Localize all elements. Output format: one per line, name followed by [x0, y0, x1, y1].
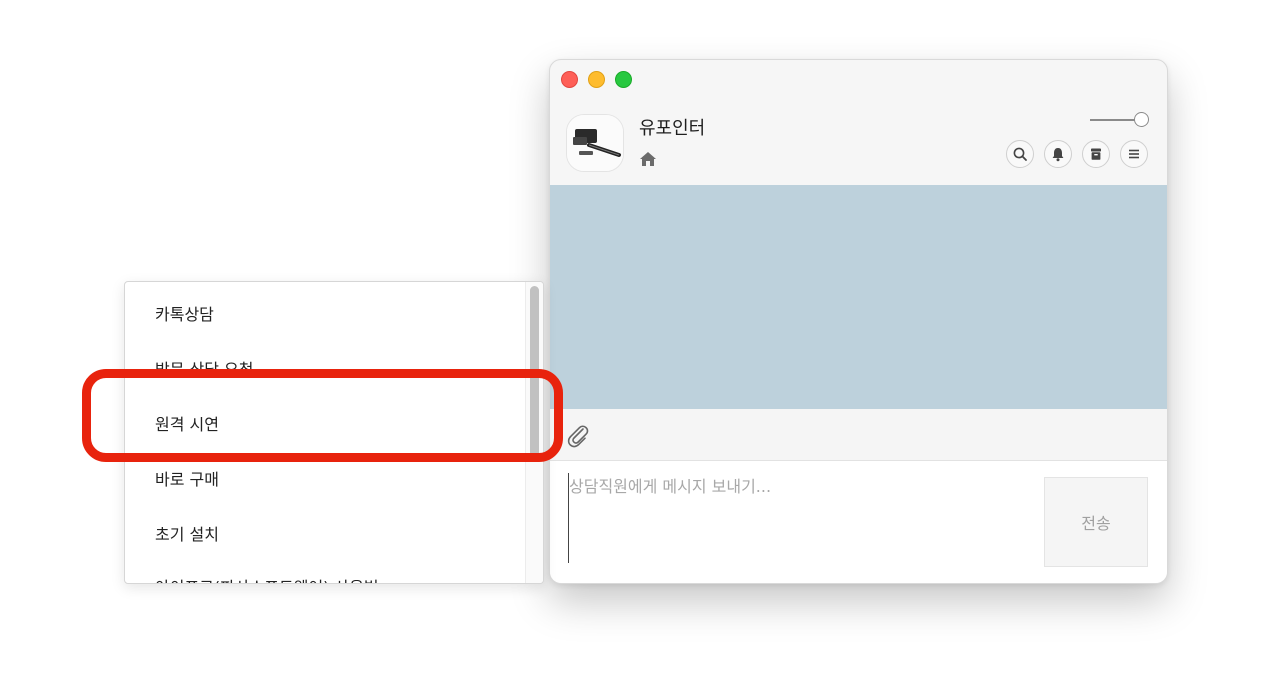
- archive-button[interactable]: [1082, 140, 1110, 168]
- menu-icon: [1129, 149, 1139, 159]
- notification-button[interactable]: [1044, 140, 1072, 168]
- message-input[interactable]: [568, 473, 1029, 563]
- close-window-button[interactable]: [561, 71, 578, 88]
- menu-item-kakao-consult[interactable]: 카톡상담: [155, 301, 214, 325]
- search-button[interactable]: [1006, 140, 1034, 168]
- maximize-window-button[interactable]: [615, 71, 632, 88]
- composer-toolbar: [550, 409, 1167, 461]
- channel-name: 유포인터: [639, 118, 706, 139]
- minimize-window-button[interactable]: [588, 71, 605, 88]
- home-icon[interactable]: [639, 150, 657, 168]
- message-composer: 전송: [550, 461, 1167, 583]
- send-button[interactable]: 전송: [1044, 477, 1148, 567]
- paperclip-icon[interactable]: [564, 422, 590, 448]
- menu-item-remote-demo[interactable]: 원격 시연: [155, 411, 219, 435]
- search-icon: [1013, 147, 1027, 161]
- menu-item-visit-request[interactable]: 방문 상담 요청: [155, 356, 254, 380]
- chat-window: 유포인터 상담직원에게 메시지 보내기... 전송: [549, 59, 1168, 584]
- quick-reply-menu: 카톡상담 방문 상담 요청 원격 시연 바로 구매 초기 설치 아이프로(파사스…: [124, 281, 544, 584]
- window-controls: [561, 71, 632, 88]
- archive-icon: [1091, 148, 1101, 160]
- chat-messages-area[interactable]: [550, 185, 1167, 409]
- menu-button[interactable]: [1120, 140, 1148, 168]
- menu-item-usage-guide[interactable]: 아이프로(파사스포트웨어) 사용법: [155, 574, 379, 583]
- slider-track: [1090, 119, 1140, 121]
- bell-icon: [1052, 148, 1064, 162]
- menu-item-buy-now[interactable]: 바로 구매: [155, 466, 219, 490]
- menu-scrollbar[interactable]: [525, 282, 543, 583]
- channel-avatar[interactable]: [566, 114, 624, 172]
- scrollbar-thumb[interactable]: [530, 286, 539, 458]
- slider-thumb[interactable]: [1134, 112, 1149, 127]
- font-size-slider[interactable]: [1090, 112, 1150, 128]
- menu-item-initial-setup[interactable]: 초기 설치: [155, 521, 219, 545]
